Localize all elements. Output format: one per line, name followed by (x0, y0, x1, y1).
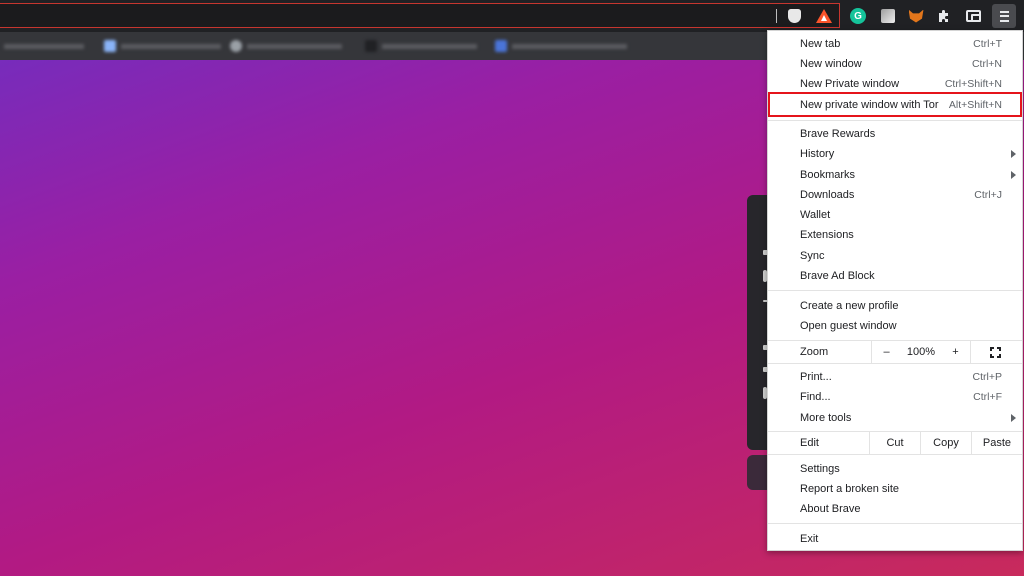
bookmark-item[interactable] (4, 39, 84, 53)
menu-item-new-tab[interactable]: New tab Ctrl+T (768, 34, 1022, 54)
menu-item-sync[interactable]: Sync (768, 246, 1022, 266)
menu-item-downloads[interactable]: Downloads Ctrl+J (768, 185, 1022, 205)
zoom-row: Zoom – 100% + (768, 341, 1022, 363)
menu-separator (768, 363, 1022, 364)
brave-rewards-icon[interactable] (814, 6, 834, 26)
menu-item-report-broken-site[interactable]: Report a broken site (768, 479, 1022, 499)
menu-separator (768, 120, 1022, 121)
menu-item-about-brave[interactable]: About Brave (768, 499, 1022, 519)
puzzle-icon[interactable] (934, 6, 954, 26)
submenu-arrow-icon (1011, 171, 1016, 179)
menu-item-shortcut: Ctrl+T (973, 38, 1002, 50)
menu-item-label: History (800, 148, 835, 160)
menu-item-shortcut: Ctrl+Shift+N (944, 78, 1002, 90)
bookmark-item[interactable] (495, 39, 627, 53)
menu-separator (768, 523, 1022, 524)
menu-item-label: Report a broken site (800, 483, 900, 495)
fullscreen-icon[interactable] (983, 341, 1007, 363)
menu-item-wallet[interactable]: Wallet (768, 205, 1022, 225)
copy-button[interactable]: Copy (920, 432, 971, 454)
zoom-in-button[interactable]: + (941, 341, 971, 363)
menu-item-settings[interactable]: Settings (768, 459, 1022, 479)
menu-item-shortcut: Ctrl+P (972, 371, 1002, 383)
menu-item-new-window[interactable]: New window Ctrl+N (768, 54, 1022, 74)
menu-item-label: New private window with Tor (800, 98, 939, 111)
menu-item-label: Create a new profile (800, 300, 899, 312)
menu-item-label: New Private window (800, 78, 900, 90)
address-bar-separator (776, 9, 777, 23)
menu-item-shortcut: Ctrl+N (971, 58, 1002, 70)
wallet-icon[interactable] (963, 6, 983, 26)
menu-item-print[interactable]: Print... Ctrl+P (768, 367, 1022, 387)
menu-item-label: Find... (800, 391, 831, 403)
extension-icon[interactable] (878, 6, 898, 26)
menu-item-more-tools[interactable]: More tools (768, 408, 1022, 428)
paste-button[interactable]: Paste (971, 432, 1022, 454)
menu-item-label: About Brave (800, 503, 861, 515)
hamburger-menu-icon[interactable] (992, 4, 1016, 28)
menu-item-new-private-window[interactable]: New Private window Ctrl+Shift+N (768, 74, 1022, 94)
edit-label: Edit (800, 437, 819, 449)
menu-item-label: Sync (800, 250, 825, 262)
zoom-level: 100% (906, 346, 936, 358)
menu-item-shortcut: Ctrl+J (974, 189, 1002, 201)
menu-item-label: Print... (800, 371, 832, 383)
menu-item-label: Wallet (800, 209, 831, 221)
menu-item-shortcut: Ctrl+F (973, 391, 1002, 403)
grammarly-icon[interactable]: G (848, 6, 868, 26)
browser-toolbar: G (0, 0, 1024, 32)
metamask-icon[interactable] (906, 6, 926, 26)
menu-item-label: Settings (800, 463, 840, 475)
menu-item-history[interactable]: History (768, 144, 1022, 164)
menu-item-label: New tab (800, 38, 841, 50)
menu-item-label: Extensions (800, 229, 854, 241)
cut-button[interactable]: Cut (869, 432, 920, 454)
menu-item-brave-rewards[interactable]: Brave Rewards (768, 124, 1022, 144)
menu-separator (768, 290, 1022, 291)
menu-item-label: Bookmarks (800, 169, 856, 181)
menu-item-label: Brave Ad Block (800, 270, 875, 282)
app-menu: New tab Ctrl+T New window Ctrl+N New Pri… (767, 30, 1023, 551)
brave-shields-icon[interactable] (784, 6, 804, 26)
bookmark-item[interactable] (365, 39, 477, 53)
zoom-out-button[interactable]: – (871, 341, 901, 363)
menu-item-exit[interactable]: Exit (768, 529, 1022, 549)
menu-item-label: Downloads (800, 189, 855, 201)
bookmark-item[interactable] (104, 39, 221, 53)
menu-item-extensions[interactable]: Extensions (768, 225, 1022, 245)
menu-item-shortcut: Alt+Shift+N (948, 98, 1002, 111)
menu-item-bookmarks[interactable]: Bookmarks (768, 165, 1022, 185)
menu-item-label: Exit (800, 533, 819, 545)
menu-item-new-private-window-with-tor[interactable]: New private window with Tor Alt+Shift+N (768, 92, 1022, 117)
menu-item-label: More tools (800, 412, 852, 424)
menu-item-label: New window (800, 58, 862, 70)
submenu-arrow-icon (1011, 150, 1016, 158)
zoom-label: Zoom (800, 346, 829, 358)
menu-item-brave-ad-block[interactable]: Brave Ad Block (768, 266, 1022, 286)
menu-item-guest-window[interactable]: Open guest window (768, 316, 1022, 336)
edit-row: Edit Cut Copy Paste (768, 432, 1022, 454)
menu-separator (768, 454, 1022, 455)
menu-item-find[interactable]: Find... Ctrl+F (768, 387, 1022, 407)
bookmark-item[interactable] (230, 39, 342, 53)
address-bar[interactable] (0, 3, 840, 28)
menu-item-label: Open guest window (800, 320, 897, 332)
menu-item-label: Brave Rewards (800, 128, 876, 140)
menu-item-create-profile[interactable]: Create a new profile (768, 296, 1022, 316)
submenu-arrow-icon (1011, 414, 1016, 422)
